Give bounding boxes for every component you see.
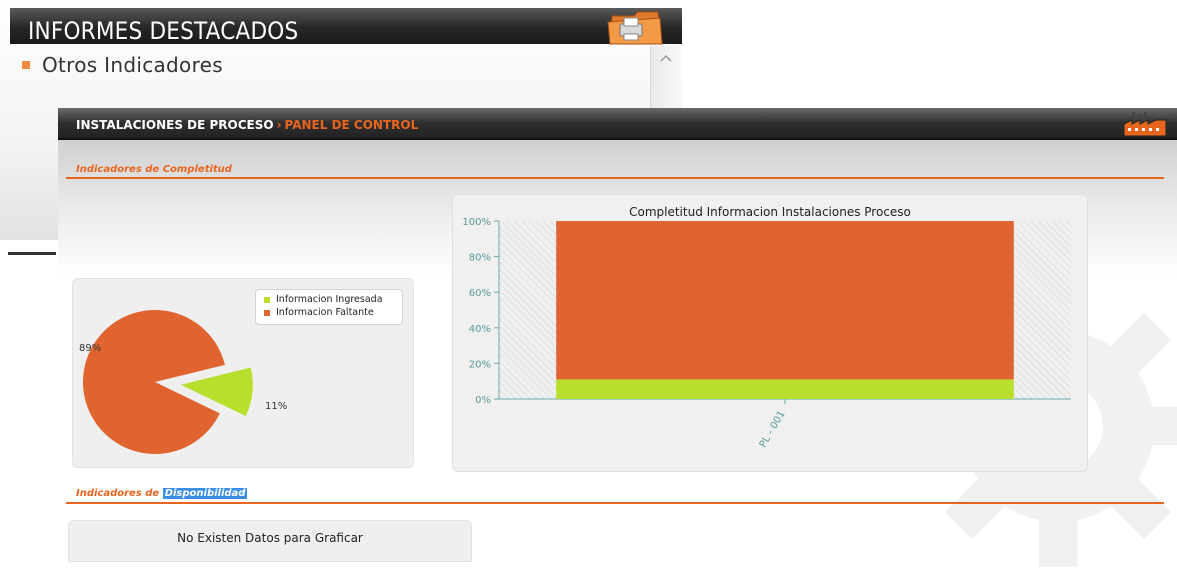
bar-segment-faltante — [556, 221, 1014, 380]
informes-header: INFORMES DESTACADOS — [10, 8, 682, 45]
scrollbar[interactable] — [650, 46, 681, 108]
breadcrumb: INSTALACIONES DE PROCESO › PANEL DE CONTRO… — [76, 118, 418, 132]
legend-swatch — [264, 296, 270, 303]
pie-label-faltante: 89% — [79, 343, 102, 354]
pie-legend: Informacion Ingresada Informacion Faltan… — [255, 289, 403, 325]
breadcrumb-current: PANEL DE CONTROL — [284, 118, 419, 132]
y-tick-label: 40% — [469, 324, 491, 335]
pie-chart-card: Informacion Ingresada Informacion Faltan… — [72, 278, 414, 468]
bar-chart-card: 0% 20% 40% 60% 80% 100% PL - 001 Completitud I… — [452, 194, 1088, 472]
scroll-up-arrow-icon[interactable] — [660, 54, 672, 62]
y-tick-label: 60% — [469, 288, 491, 299]
pie-label-ingresada: 11% — [265, 401, 288, 412]
otros-indicadores-label: Otros Indicadores — [42, 53, 223, 77]
section-divider — [66, 177, 1164, 179]
x-tick-label: PL - 001 — [758, 409, 788, 450]
legend-swatch — [264, 309, 270, 316]
no-data-card: No Existen Datos para Graficar — [68, 520, 472, 562]
factory-icon — [1123, 112, 1167, 137]
legend-item-ingresada: Informacion Ingresada — [264, 294, 383, 305]
y-tick-label: 80% — [469, 253, 491, 264]
no-data-message: No Existen Datos para Graficar — [177, 531, 363, 545]
section-title-disponibilidad: Indicadores de Disponibilidad — [76, 488, 248, 499]
bullet-icon — [22, 61, 30, 69]
breadcrumb-root[interactable]: INSTALACIONES DE PROCESO — [76, 118, 274, 132]
folder-print-icon[interactable] — [604, 4, 666, 48]
bar-chart-title: Completitud Informacion Instalaciones Pr… — [629, 205, 911, 219]
informes-title: INFORMES DESTACADOS — [28, 17, 299, 45]
bar-chart: 0%20%40%60%80%100%PL - 001 — [462, 217, 1071, 450]
section-title-highlighted: Disponibilidad — [162, 488, 248, 499]
legend-label: Informacion Faltante — [276, 307, 374, 318]
otros-indicadores-item[interactable]: Otros Indicadores — [22, 53, 223, 77]
section-title-completitud: Indicadores de Completitud — [76, 164, 232, 175]
y-tick-label: 0% — [475, 395, 491, 406]
bar-segment-ingresada — [556, 379, 1014, 399]
breadcrumb-separator: › — [276, 118, 282, 132]
panel-header: INSTALACIONES DE PROCESO › PANEL DE CONTRO… — [58, 108, 1177, 140]
section-divider — [66, 502, 1164, 504]
legend-label: Informacion Ingresada — [276, 294, 383, 305]
y-tick-label: 20% — [469, 359, 491, 370]
panel-de-control: INSTALACIONES DE PROCESO › PANEL DE CONTRO… — [58, 106, 1177, 567]
legend-item-faltante: Informacion Faltante — [264, 307, 374, 318]
section-title-prefix: Indicadores de — [76, 488, 163, 499]
divider — [8, 252, 56, 255]
